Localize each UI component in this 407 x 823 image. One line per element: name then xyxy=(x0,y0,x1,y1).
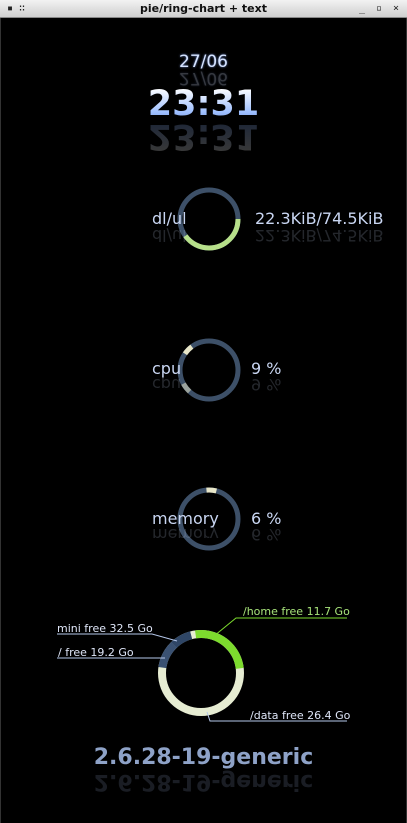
cpu-label-reflection: cpu xyxy=(152,375,182,394)
network-value-reflection: 22.3KiB/74.5KiB xyxy=(255,226,384,245)
disk-ring-root xyxy=(158,630,244,717)
root-free-label: / free 19.2 Go xyxy=(58,646,134,659)
kernel-version-reflection: 2.6.28-19-generic xyxy=(93,769,314,794)
cpu-value-reflection: 9 % xyxy=(251,375,282,394)
kernel-version: 2.6.28-19-generic xyxy=(93,745,314,770)
disk-ring-home xyxy=(158,630,244,716)
home-free-label: /home free 11.7 Go xyxy=(243,605,350,618)
ring-graphics xyxy=(57,187,347,722)
mini-free-label: mini free 32.5 Go xyxy=(57,622,153,635)
memory-label-reflection: memory xyxy=(152,525,219,544)
data-free-label: /data free 26.4 Go xyxy=(250,709,351,722)
network-label-reflection: dl/ul xyxy=(152,226,187,245)
conky-window: ▪ ∷ pie/ring-chart + text _ ▫ × 27/06 27… xyxy=(0,0,407,823)
memory-value-reflection: 6 % xyxy=(251,525,282,544)
home-callout-line xyxy=(213,617,347,637)
mini-callout-line xyxy=(57,633,178,642)
